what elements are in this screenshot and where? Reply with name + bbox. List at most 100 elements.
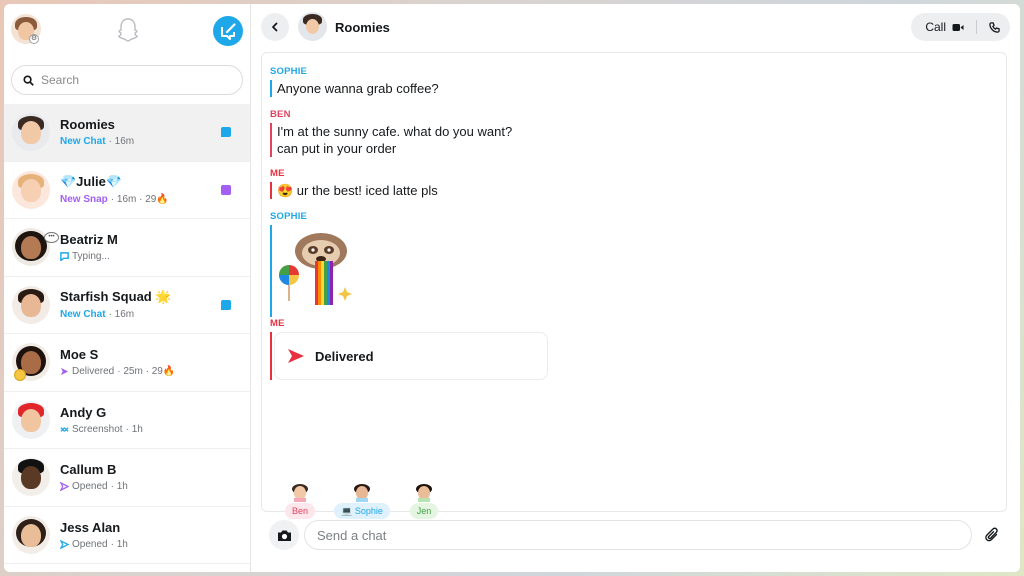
presence-ben[interactable]: Ben — [271, 482, 329, 519]
presence-sophie[interactable]: 💻 Sophie — [333, 482, 391, 519]
sender-label: SOPHIE — [270, 211, 308, 222]
divider — [976, 20, 977, 34]
avatar — [12, 113, 50, 152]
chat-list: Roomies New Chat · 16m 💎Julie💎 New Snap … — [4, 104, 250, 572]
message-text: I'm at the sunny cafe. what do you want? — [277, 124, 513, 139]
screenshot-icon — [60, 426, 69, 432]
app-window: ⚙ Room — [4, 4, 1020, 572]
opened-purple-arrow-icon — [60, 482, 69, 492]
call-controls: Call — [911, 13, 1010, 41]
chat-item-andy[interactable]: Andy G Screenshot · 1h — [4, 392, 250, 449]
delivered-purple-arrow-icon — [60, 368, 69, 376]
chat-item-julie[interactable]: 💎Julie💎 New Snap · 16m · 29🔥 — [4, 162, 250, 219]
chat-header: Roomies Call — [251, 4, 1020, 52]
avatar — [12, 458, 50, 497]
attachment-button[interactable] — [982, 525, 1002, 545]
typing-icon — [60, 252, 69, 262]
presence-name: Sophie — [354, 506, 383, 516]
chat-name: Jess Alan — [60, 519, 121, 535]
avatar — [12, 170, 50, 209]
chat-status: Screenshot · 1h — [60, 424, 143, 435]
sender-label: SOPHIE — [270, 66, 308, 77]
gear-icon[interactable]: ⚙ — [29, 34, 39, 44]
chat-status: New Chat · 16m — [60, 309, 135, 321]
phone-icon[interactable] — [989, 21, 1000, 33]
chat-input[interactable] — [304, 520, 972, 550]
avatar — [354, 484, 370, 502]
message-text: 😍 ur the best! iced latte pls — [277, 183, 438, 198]
chat-status: Typing... — [60, 251, 118, 262]
chat-item-moe[interactable]: Moe S Delivered · 25m · 29🔥 — [4, 334, 250, 392]
presence-name: Ben — [284, 503, 315, 519]
chat-name: Callum B — [60, 462, 117, 478]
compose-icon — [221, 23, 236, 40]
sender-label: BEN — [270, 109, 291, 120]
chat-name: Moe S — [60, 347, 99, 363]
search-input[interactable] — [41, 73, 221, 87]
avatar — [416, 484, 432, 502]
chat-item-jess[interactable]: Jess Alan Opened · 1h — [4, 507, 250, 564]
chat-title[interactable]: Roomies — [335, 20, 390, 35]
chat-name: Roomies — [60, 117, 115, 133]
avatar: ••• — [12, 228, 59, 267]
message-me-2: ME Delivered — [270, 318, 548, 380]
chat-name: Beatriz M — [60, 232, 118, 248]
search-bar[interactable] — [11, 65, 243, 95]
message-ben-1: BEN I'm at the sunny cafe. what do you w… — [270, 109, 512, 157]
chat-status: New Snap · 16m · 29🔥 — [60, 194, 169, 206]
group-avatar[interactable] — [298, 12, 327, 41]
delivered-label: Delivered — [315, 348, 374, 364]
ghost-icon — [118, 18, 138, 42]
avatar — [12, 343, 50, 382]
delivered-snap-card[interactable]: Delivered — [274, 332, 548, 380]
new-chat-icon — [221, 127, 231, 137]
message-me-1: ME 😍 ur the best! iced latte pls — [270, 168, 438, 199]
message-text: can put in your order — [277, 141, 397, 156]
smiley-badge-icon — [14, 369, 26, 382]
chat-status: New Chat · 16m — [60, 136, 135, 148]
chat-name: Starfish Squad 🌟 — [60, 289, 172, 305]
sender-label: ME — [270, 318, 285, 329]
presence-bar: Ben 💻 Sophie Jen — [271, 482, 453, 519]
avatar — [292, 484, 308, 502]
chat-item-beatriz[interactable]: ••• Beatriz M Typing... — [4, 219, 250, 277]
sloth-rainbow-sticker[interactable] — [277, 229, 357, 309]
chevron-left-icon — [272, 22, 278, 32]
message-thread: SOPHIE Anyone wanna grab coffee? BEN I'm… — [261, 52, 1007, 512]
typing-bubble-icon: ••• — [44, 232, 59, 244]
avatar — [12, 515, 50, 554]
back-button[interactable] — [261, 13, 289, 41]
new-chat-icon — [221, 299, 231, 310]
call-button[interactable]: Call — [925, 20, 946, 34]
sidebar-header: ⚙ — [4, 4, 250, 56]
sender-label: ME — [270, 168, 285, 179]
presence-jen[interactable]: Jen — [395, 482, 453, 519]
message-text: Anyone wanna grab coffee? — [277, 81, 439, 96]
sidebar: ⚙ Room — [4, 4, 251, 572]
chat-status: Opened · 1h — [60, 539, 128, 550]
delivered-red-arrow-icon — [288, 349, 304, 363]
camera-icon — [277, 530, 291, 541]
avatar — [12, 285, 50, 324]
laptop-icon: 💻 — [341, 506, 355, 516]
search-icon — [23, 74, 34, 86]
chat-item-starfish-squad[interactable]: Starfish Squad 🌟 New Chat · 16m — [4, 277, 250, 334]
opened-blue-arrow-icon — [60, 539, 69, 549]
avatar — [12, 400, 50, 439]
new-chat-button[interactable] — [213, 16, 243, 46]
chat-pane: Roomies Call SOPHIE Anyone wanna grab co… — [251, 4, 1020, 572]
chat-name: 💎Julie💎 — [60, 174, 122, 190]
chat-status: Opened · 1h — [60, 481, 128, 492]
video-camera-icon[interactable] — [952, 23, 964, 32]
message-sophie-1: SOPHIE Anyone wanna grab coffee? — [270, 66, 439, 97]
chat-item-roomies[interactable]: Roomies New Chat · 16m — [4, 104, 250, 162]
message-sophie-2: SOPHIE — [270, 211, 357, 317]
composer — [269, 520, 1008, 550]
chat-status: Delivered · 25m · 29🔥 — [60, 366, 175, 377]
presence-name: Jen — [409, 503, 439, 519]
paperclip-icon — [985, 527, 998, 542]
camera-button[interactable] — [269, 520, 299, 550]
new-snap-icon — [221, 184, 231, 195]
chat-item-callum[interactable]: Callum B Opened · 1h — [4, 449, 250, 507]
chat-name: Andy G — [60, 404, 107, 420]
